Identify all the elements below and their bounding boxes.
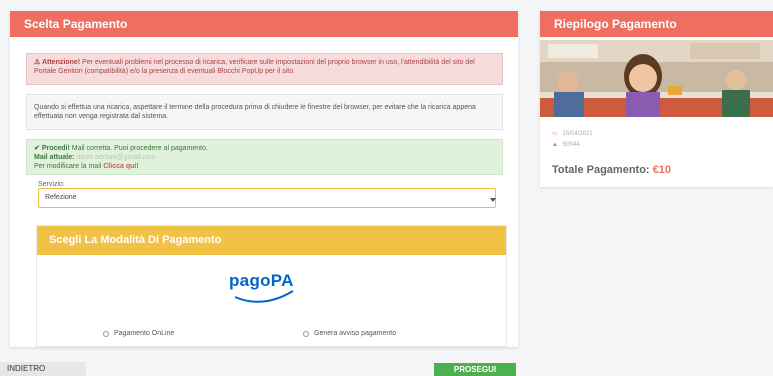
- payment-choice-card: Scelta Pagamento ⚠ Attenzione! Per event…: [10, 11, 518, 347]
- summary-title: Riepilogo Pagamento: [540, 11, 773, 37]
- generate-notice-label: Genera avviso pagamento: [314, 330, 397, 337]
- generate-notice-option[interactable]: Genera avviso pagamento: [303, 330, 396, 337]
- payment-choice-title: Scelta Pagamento: [10, 11, 518, 37]
- payment-online-label: Pagamento OnLine: [114, 330, 175, 337]
- payment-online-option[interactable]: Pagamento OnLine: [103, 330, 174, 337]
- warning-icon: ⚠: [34, 59, 42, 66]
- info-alert: Quando si effettua una ricarica, aspetta…: [26, 94, 503, 130]
- warning-alert: ⚠ Attenzione! Per eventuali problemi nel…: [26, 53, 503, 85]
- summary-date-value: 15/04/2021: [562, 130, 593, 137]
- payment-mode-panel: Scegli La Modalità Di Pagamento pagoPA P…: [36, 225, 507, 347]
- modify-mail-link[interactable]: Clicca qui!: [103, 163, 138, 170]
- summary-total-amount: €10: [652, 164, 672, 176]
- summary-photo: [540, 40, 773, 117]
- mail-value: denis.bertoni@gmail.com: [76, 154, 156, 161]
- warning-text: Per eventuali problemi nel processo di r…: [34, 59, 475, 75]
- pagopa-swoosh-icon: [234, 290, 294, 303]
- pagopa-logo: pagoPA: [229, 271, 301, 307]
- radio-notice[interactable]: [303, 330, 309, 337]
- success-alert: ✔ Procedi! Mail corretta. Puoi procedere…: [26, 139, 503, 175]
- payment-summary-card: Riepilogo Pagamento ▭ 15/04/2021 ▲ 50044…: [540, 11, 773, 187]
- summary-total: Totale Pagamento: €10: [552, 164, 671, 176]
- summary-date: ▭ 15/04/2021: [552, 130, 593, 138]
- success-strong: Procedi!: [41, 145, 70, 152]
- calendar-icon: ▭: [552, 131, 558, 137]
- summary-code-value: 50044: [562, 142, 580, 148]
- servizio-select[interactable]: Refezione: [38, 188, 496, 208]
- warning-strong: Attenzione!: [41, 59, 81, 66]
- check-icon: ✔: [34, 145, 42, 152]
- success-text: Mail corretta. Puoi procedere al pagamen…: [69, 145, 208, 152]
- payment-mode-title: Scegli La Modalità Di Pagamento: [37, 226, 506, 255]
- servizio-label: Servizio:: [38, 181, 65, 188]
- summary-total-label: Totale Pagamento:: [552, 164, 653, 176]
- summary-code: ▲ 50044: [552, 142, 580, 148]
- proceed-button[interactable]: PROSEGUI: [434, 363, 516, 376]
- chevron-down-icon: [490, 198, 496, 202]
- mail-label: Mail attuale:: [34, 154, 75, 161]
- radio-online[interactable]: [103, 330, 109, 337]
- modify-mail-text: Per modificare la mail: [34, 163, 104, 170]
- user-icon: ▲: [552, 142, 558, 148]
